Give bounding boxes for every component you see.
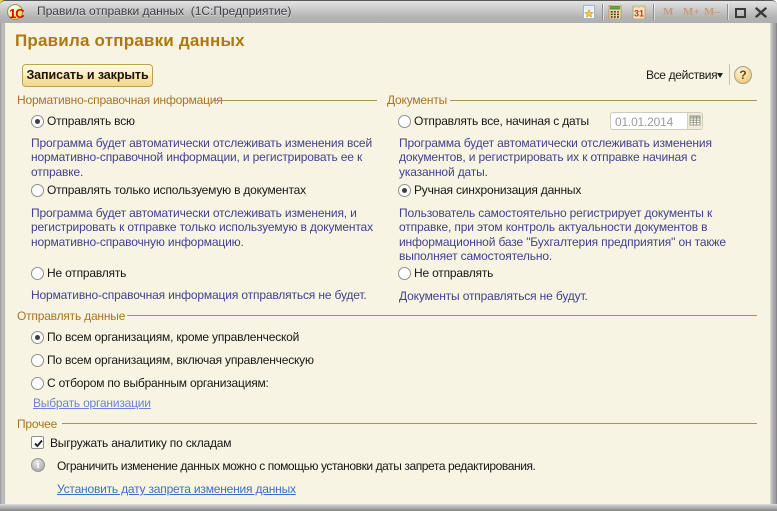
- svg-text:31: 31: [634, 9, 644, 19]
